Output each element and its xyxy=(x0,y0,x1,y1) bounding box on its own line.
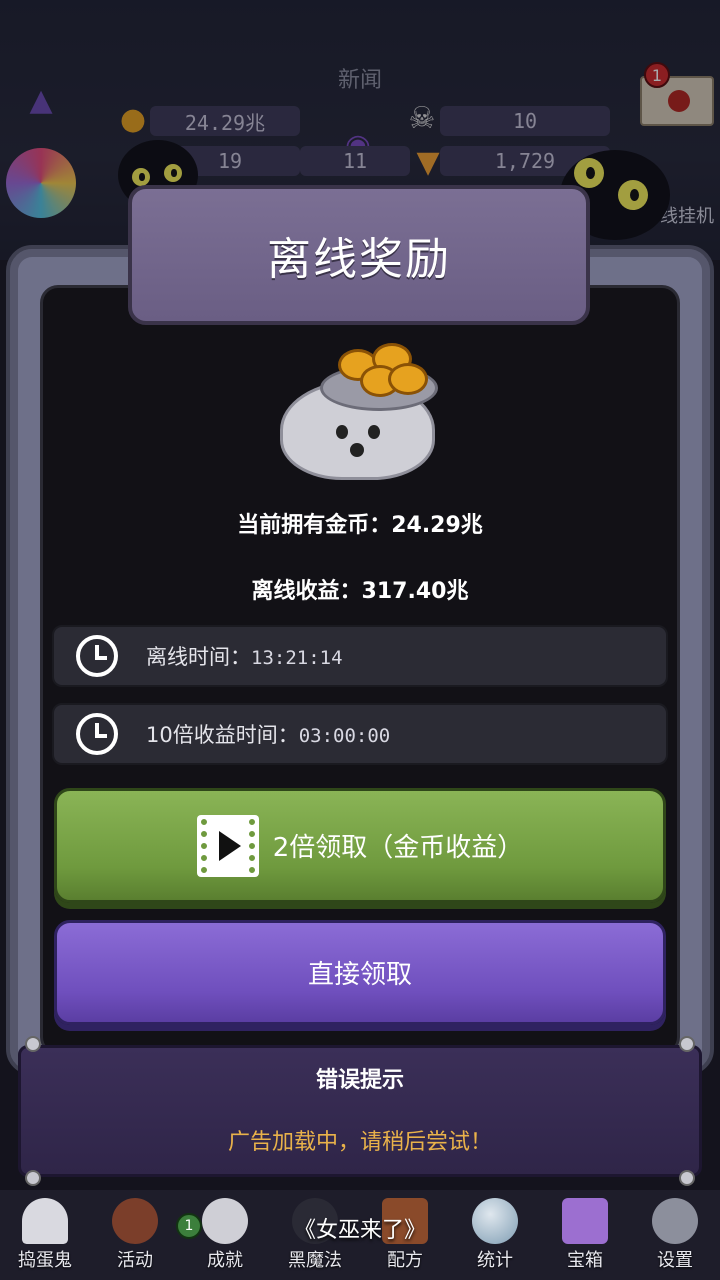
current-coins-text: 当前拥有金币：24.29兆 xyxy=(237,513,483,538)
nav-label: 黑魔法 xyxy=(288,1250,342,1271)
screw-icon xyxy=(25,1170,41,1186)
offline-time-label: 离线时间： xyxy=(146,645,251,669)
double-claim-button[interactable]: 2倍领取（金币收益） xyxy=(54,788,666,903)
screw-icon xyxy=(679,1036,695,1052)
clock-icon xyxy=(76,635,118,677)
coin-bag-icon xyxy=(280,335,440,480)
ghost-icon xyxy=(22,1198,68,1244)
nav-item-chest[interactable]: 宝箱 xyxy=(540,1190,630,1280)
nav-item-ghost[interactable]: 捣蛋鬼 xyxy=(0,1190,90,1280)
title-plank: 离线奖励 xyxy=(128,185,590,325)
toast-title: 错误提示 xyxy=(315,1068,404,1093)
toast-message: 广告加载中，请稍后尝试！ xyxy=(227,1130,492,1155)
nav-label: 统计 xyxy=(477,1250,513,1271)
achievement-badge: 1 xyxy=(176,1213,202,1239)
dialog-title: 离线奖励 xyxy=(267,234,451,285)
video-ad-icon xyxy=(196,814,259,877)
nav-item-stats[interactable]: 统计 xyxy=(450,1190,540,1280)
offline-income-text: 离线收益：317.40兆 xyxy=(251,579,469,604)
nav-item-settings[interactable]: 设置 xyxy=(630,1190,720,1280)
direct-claim-button[interactable]: 直接领取 xyxy=(54,920,666,1025)
nav-label: 设置 xyxy=(657,1250,693,1271)
nav-label: 捣蛋鬼 xyxy=(18,1250,72,1271)
screw-icon xyxy=(679,1170,695,1186)
direct-claim-label: 直接领取 xyxy=(307,960,412,990)
bottom-nav: 捣蛋鬼 活动 成就 黑魔法 配方 统计 宝箱 设置 xyxy=(0,1190,720,1280)
gear-icon xyxy=(652,1198,698,1244)
boost-time-label: 10倍收益时间： xyxy=(146,723,299,747)
clock-icon xyxy=(76,713,118,755)
double-claim-label: 2倍领取（金币收益） xyxy=(272,833,524,863)
crystal-ball-icon xyxy=(472,1198,518,1244)
nav-label: 成就 xyxy=(207,1250,243,1271)
boost-time-row: 10倍收益时间：03:00:00 xyxy=(52,703,668,765)
horned-mask-icon xyxy=(292,1198,338,1244)
nav-item-events[interactable]: 活动 xyxy=(90,1190,180,1280)
nav-label: 宝箱 xyxy=(567,1250,603,1271)
offline-time-value: 13:21:14 xyxy=(251,647,343,669)
nav-label: 配方 xyxy=(387,1250,423,1271)
gift-box-icon xyxy=(562,1198,608,1244)
error-toast: 错误提示 广告加载中，请稍后尝试！ xyxy=(18,1036,702,1186)
cupcake-icon xyxy=(112,1198,158,1244)
nav-label: 活动 xyxy=(117,1250,153,1271)
offline-time-row: 离线时间：13:21:14 xyxy=(52,625,668,687)
recipe-book-icon xyxy=(382,1198,428,1244)
screw-icon xyxy=(25,1036,41,1052)
nav-item-black-magic[interactable]: 黑魔法 xyxy=(270,1190,360,1280)
skull-trophy-icon xyxy=(202,1198,248,1244)
boost-time-value: 03:00:00 xyxy=(298,725,391,747)
nav-item-recipes[interactable]: 配方 xyxy=(360,1190,450,1280)
